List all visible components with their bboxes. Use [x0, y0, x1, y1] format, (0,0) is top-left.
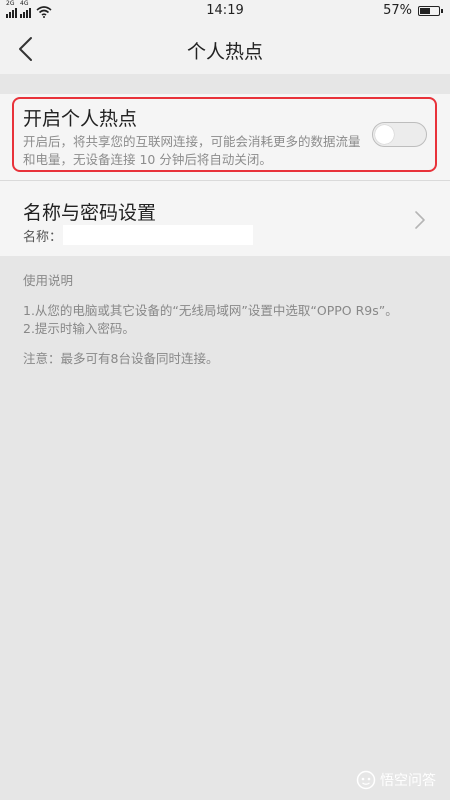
chevron-right-icon — [415, 211, 425, 229]
instructions-note: 注意：最多可有8台设备同时连接。 — [23, 351, 219, 366]
battery-percent: 57% — [383, 3, 412, 18]
watermark-text: 悟空问答 — [380, 773, 436, 789]
section-gap — [0, 74, 450, 94]
header-bar: 个人热点 — [0, 24, 450, 74]
name-password-title: 名称与密码设置 — [23, 202, 157, 224]
battery-icon — [418, 5, 443, 16]
instructions-title: 使用说明 — [23, 273, 74, 288]
redacted-name-value — [63, 225, 253, 245]
hotspot-toggle-switch[interactable] — [372, 122, 427, 147]
wukong-logo-icon — [356, 770, 376, 790]
watermark: 悟空问答 — [356, 770, 436, 790]
hotspot-settings-screen: 2G 4G 14:19 57% 个人热点 开启个人热点 开启后，将共享您的互联网… — [0, 0, 450, 800]
status-icons-right: 57% — [383, 3, 443, 18]
instructions-step-2: 2.提示时输入密码。 — [23, 321, 135, 336]
name-password-settings-row[interactable]: 名称与密码设置 名称： — [0, 181, 450, 256]
hotspot-description: 开启后，将共享您的互联网连接，可能会消耗更多的数据流量和电量，无设备连接 10 … — [23, 134, 361, 167]
toggle-knob — [375, 125, 394, 144]
instructions-step-1: 1.从您的电脑或其它设备的“无线局域网”设置中选取“OPPO R9s”。 — [23, 303, 398, 318]
name-label: 名称： — [23, 230, 63, 245]
hotspot-toggle-row: 开启个人热点 开启后，将共享您的互联网连接，可能会消耗更多的数据流量和电量，无设… — [0, 94, 450, 180]
page-title: 个人热点 — [186, 41, 263, 63]
hotspot-title: 开启个人热点 — [23, 108, 138, 130]
status-bar: 2G 4G 14:19 57% — [0, 0, 450, 24]
